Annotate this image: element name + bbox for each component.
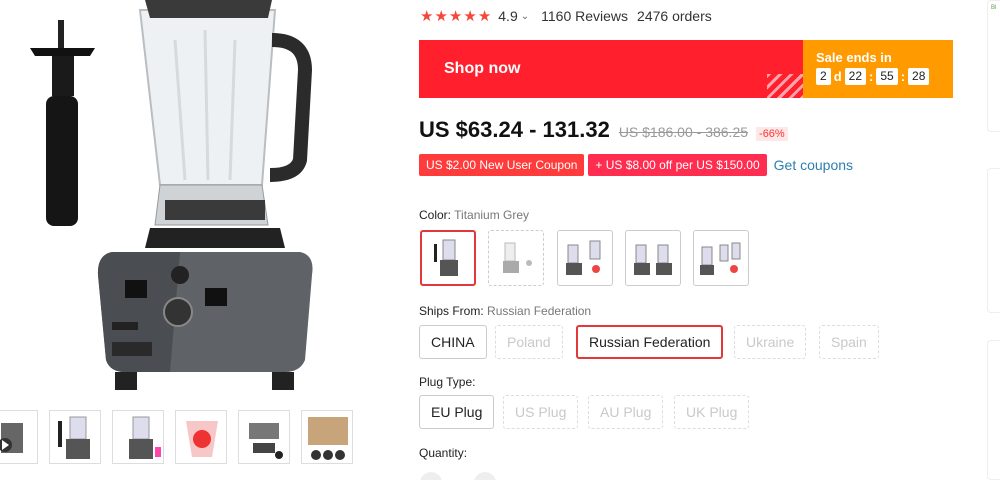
coupon-row: US $2.00 New User Coupon + US $8.00 off … [419,154,853,176]
thumbnail[interactable] [301,410,353,464]
thumbnail[interactable] [175,410,227,464]
original-price: US $186.00 - 386.25 [618,124,749,140]
sale-countdown: Sale ends in 2 d 22 : 55 : 28 [803,40,953,98]
plug-type-label-row: Plug Type: [419,375,475,389]
quantity-label: Quantity: [419,446,468,460]
reviews-link[interactable]: 1160 Reviews [541,8,628,24]
sale-ends-label: Sale ends in [816,50,892,65]
ships-from-label: Ships From: [419,304,484,318]
get-coupons-link[interactable]: Get coupons [774,157,853,173]
ships-from-option-ukraine[interactable]: Ukraine [734,325,807,359]
countdown-separator: : [900,69,906,84]
color-swatch-option[interactable] [625,230,681,286]
countdown-minutes: 55 [876,68,898,85]
star-rating[interactable]: ★ ★ ★ ★ ★ [420,9,491,24]
ships-from-selected-value: Russian Federation [487,304,592,318]
rating-row: ★ ★ ★ ★ ★ 4.9 ⌄ 1160 Reviews 2476 orders [420,6,712,26]
plug-type-label: Plug Type: [419,375,476,389]
star-icon: ★ [477,7,492,25]
star-icon: ★ [420,7,434,25]
countdown-timer: 2 d 22 : 55 : 28 [816,68,953,85]
ships-from-option-spain[interactable]: Spain [819,325,879,359]
plug-option-eu[interactable]: EU Plug [419,395,495,429]
color-swatch-option[interactable] [693,230,749,286]
rating-value[interactable]: 4.9 [498,8,517,24]
countdown-days-unit: d [833,69,842,84]
quantity-decrease-button[interactable] [420,472,442,480]
side-recommendation-card[interactable] [987,168,1000,313]
color-label-row: Color: Titanium Grey [419,208,529,222]
side-recommendation-card[interactable] [987,340,1000,480]
color-swatch-titanium-grey[interactable] [420,230,476,286]
thumbnail[interactable] [112,410,164,464]
chevron-down-icon[interactable]: ⌄ [521,11,529,22]
ships-from-label-row: Ships From: Russian Federation [419,304,591,318]
quantity-label-row: Quantity: [419,446,467,460]
store-coupon[interactable]: + US $8.00 off per US $150.00 [588,154,767,176]
countdown-separator: : [869,69,874,84]
color-label: Color: [419,208,452,222]
countdown-seconds: 28 [908,68,930,85]
plug-option-au[interactable]: AU Plug [588,395,664,429]
quantity-increase-button[interactable] [474,472,496,480]
plug-option-uk[interactable]: UK Plug [674,395,750,429]
discount-badge: -66% [756,127,788,141]
shop-now-button[interactable]: Shop now [419,40,803,98]
color-selected-value: Titanium Grey [454,208,530,222]
orders-count: 2476 orders [637,8,712,24]
side-card-text: Bl [991,5,997,11]
blender-image [30,0,313,390]
thumbnail[interactable] [0,410,38,464]
color-swatch-option[interactable] [488,230,544,286]
ships-from-option-china[interactable]: CHINA [419,325,487,359]
thumbnail[interactable] [238,410,290,464]
side-recommendation-card[interactable] [987,0,1000,132]
star-icon: ★ [434,7,448,25]
thumbnail[interactable] [49,410,101,464]
ships-from-option-russian-federation[interactable]: Russian Federation [576,325,724,359]
ships-from-option-poland[interactable]: Poland [495,325,563,359]
plug-option-us[interactable]: US Plug [503,395,579,429]
star-icon: ★ [448,7,463,25]
current-price: US $63.24 - 131.32 [419,117,610,142]
promo-banner: Shop now Sale ends in 2 d 22 : 55 : 28 [419,40,953,98]
main-product-image[interactable] [0,0,360,400]
price-row: US $63.24 - 131.32 US $186.00 - 386.25 -… [419,117,788,143]
color-swatch-option[interactable] [557,230,613,286]
star-icon: ★ [463,7,477,25]
thumbnail-strip [0,410,400,466]
shop-now-label: Shop now [444,60,521,77]
new-user-coupon[interactable]: US $2.00 New User Coupon [419,154,585,176]
countdown-hours: 22 [844,68,866,85]
banner-stripe-decoration [767,74,803,98]
countdown-days: 2 [816,68,831,85]
